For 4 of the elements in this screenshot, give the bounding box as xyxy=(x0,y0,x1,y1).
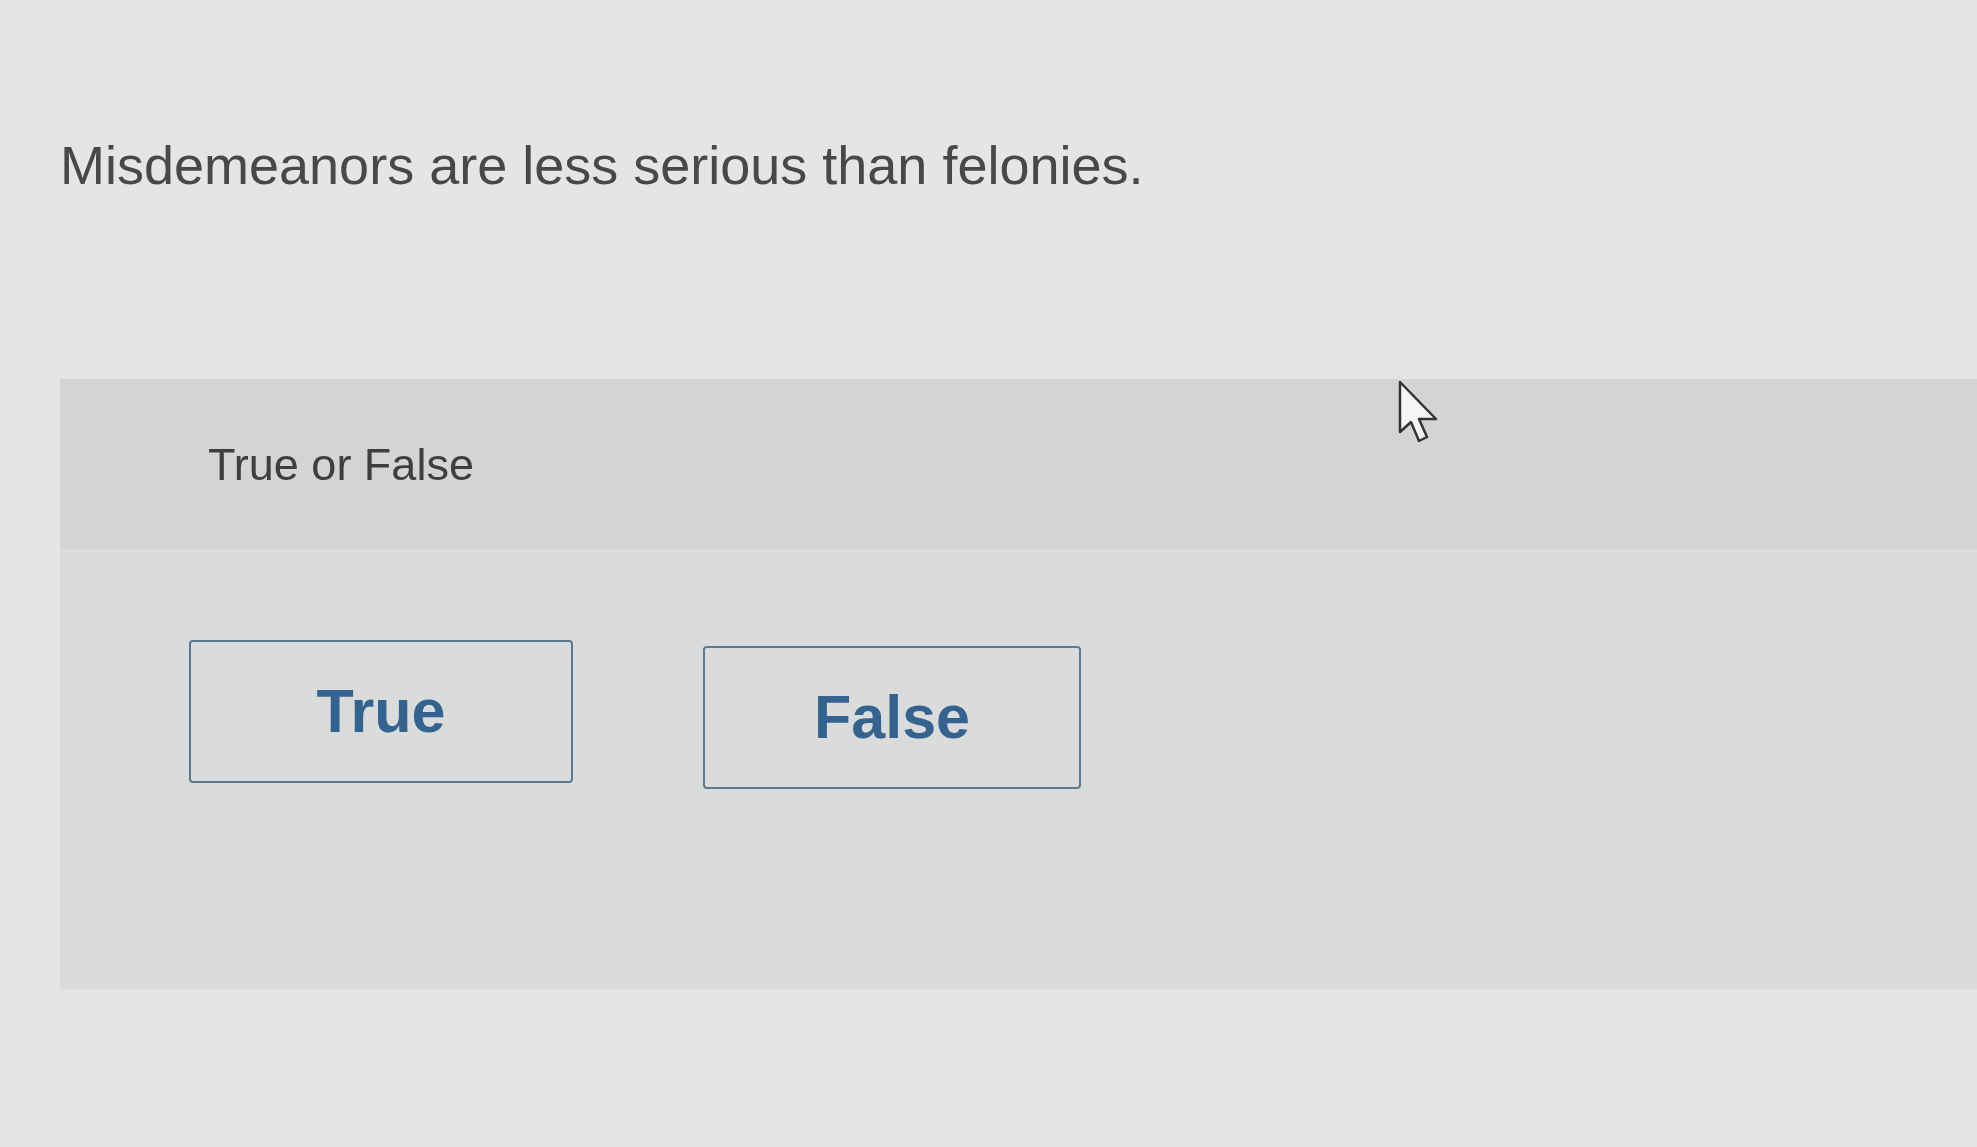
answer-option-button[interactable]: False xyxy=(703,646,1081,790)
answer-option-button[interactable]: True xyxy=(189,640,573,784)
question-text: Misdemeanors are less serious than felonies. xyxy=(60,136,1144,196)
prompt-text: True or False xyxy=(208,437,474,492)
